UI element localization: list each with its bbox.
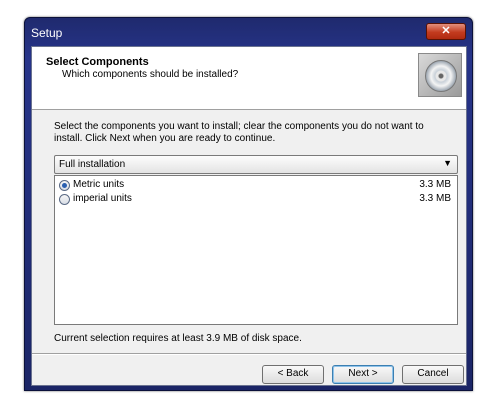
divider <box>32 353 466 355</box>
close-button[interactable]: ✕ <box>426 23 466 40</box>
back-button[interactable]: < Back <box>262 365 324 384</box>
page-subtitle: Which components should be installed? <box>62 69 239 80</box>
setup-window: Setup ✕ Select Components Which componen… <box>24 17 473 391</box>
component-size: 3.3 MB <box>419 193 451 204</box>
next-button[interactable]: Next > <box>332 365 394 384</box>
component-item-metric[interactable]: Metric units 3.3 MB <box>59 179 451 193</box>
install-type-dropdown[interactable]: Full installation ▼ <box>54 155 458 174</box>
page-title: Select Components <box>46 56 149 68</box>
title-bar[interactable]: Setup ✕ <box>25 18 472 46</box>
cd-disc-icon <box>418 53 462 97</box>
chevron-down-icon: ▼ <box>443 158 452 168</box>
window-title: Setup <box>31 26 63 40</box>
radio-metric-units[interactable] <box>59 180 70 191</box>
disk-space-status: Current selection requires at least 3.9 … <box>54 333 302 344</box>
install-type-value: Full installation <box>59 159 126 170</box>
wizard-page: Select Components Which components shoul… <box>31 46 467 386</box>
close-icon: ✕ <box>441 25 451 37</box>
component-label: imperial units <box>73 193 132 204</box>
components-list[interactable]: Metric units 3.3 MB imperial units 3.3 M… <box>54 175 458 325</box>
cancel-button[interactable]: Cancel <box>402 365 464 384</box>
component-size: 3.3 MB <box>419 179 451 190</box>
instructions-text: Select the components you want to instal… <box>54 121 424 144</box>
wizard-header: Select Components Which components shoul… <box>32 47 466 110</box>
component-label: Metric units <box>73 179 125 190</box>
component-item-imperial[interactable]: imperial units 3.3 MB <box>59 193 451 207</box>
radio-imperial-units[interactable] <box>59 194 70 205</box>
